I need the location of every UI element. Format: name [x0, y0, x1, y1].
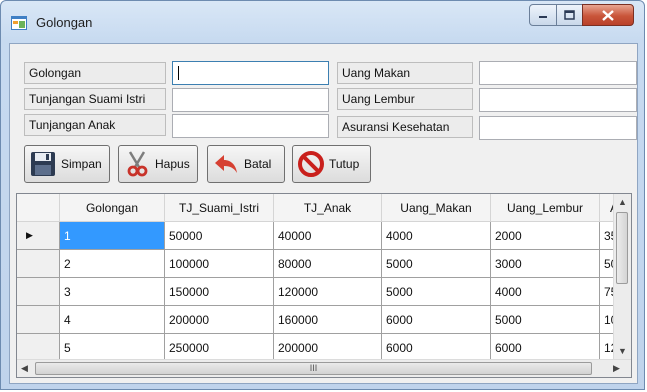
asuransi-kesehatan-input[interactable]: [479, 116, 637, 140]
grid-cell[interactable]: 4: [60, 306, 165, 334]
golongan-window: Golongan Golongan Tunjangan Suami Istri …: [0, 0, 645, 390]
row-indicator: ▶: [17, 222, 60, 250]
title-bar[interactable]: Golongan: [1, 1, 644, 43]
maximize-button[interactable]: [556, 4, 583, 26]
minimize-button[interactable]: [529, 4, 557, 26]
row-header[interactable]: [17, 278, 60, 306]
hapus-label: Hapus: [155, 157, 190, 171]
tutup-label: Tutup: [329, 157, 360, 171]
scissors-icon: [127, 151, 148, 177]
column-header-tj-suami-istri[interactable]: TJ_Suami_Istri: [165, 194, 274, 222]
grid-cell[interactable]: 3000: [491, 250, 600, 278]
vertical-scroll-thumb[interactable]: [616, 212, 628, 284]
table-row[interactable]: 5 250000 200000 6000 6000 125: [17, 334, 631, 362]
horizontal-scrollbar[interactable]: ◀ III ▶: [17, 359, 631, 377]
tunjangan-anak-input[interactable]: [172, 114, 329, 138]
grid-cell[interactable]: 100000: [165, 250, 274, 278]
scroll-right-arrow-icon[interactable]: ▶: [613, 363, 620, 374]
stop-sign-icon: [298, 151, 324, 177]
table-row[interactable]: 2 100000 80000 5000 3000 500: [17, 250, 631, 278]
floppy-disk-icon: [31, 152, 55, 176]
undo-arrow-icon: [215, 155, 237, 173]
grid-cell[interactable]: 80000: [274, 250, 382, 278]
grid-cell[interactable]: 6000: [382, 306, 491, 334]
scroll-up-arrow-icon[interactable]: ▲: [618, 197, 627, 207]
grid-cell[interactable]: 2000: [491, 222, 600, 250]
hapus-button[interactable]: Hapus: [118, 145, 198, 183]
text-caret: [178, 66, 179, 80]
scroll-down-arrow-icon[interactable]: ▼: [618, 346, 627, 356]
maximize-icon: [564, 10, 575, 20]
golongan-input[interactable]: [172, 61, 329, 85]
column-header-uang-lembur[interactable]: Uang_Lembur: [491, 194, 600, 222]
grid-cell[interactable]: 120000: [274, 278, 382, 306]
tunjangan-suami-istri-label: Tunjangan Suami Istri: [24, 88, 166, 110]
uang-makan-label: Uang Makan: [337, 62, 473, 84]
column-header-tj-anak[interactable]: TJ_Anak: [274, 194, 382, 222]
uang-lembur-input[interactable]: [479, 88, 637, 112]
table-row[interactable]: 3 150000 120000 5000 4000 750: [17, 278, 631, 306]
grid-cell[interactable]: 4000: [491, 278, 600, 306]
grid-cell[interactable]: 5000: [382, 250, 491, 278]
horizontal-scroll-thumb[interactable]: III: [35, 362, 592, 375]
simpan-label: Simpan: [61, 157, 102, 171]
table-row[interactable]: ▶ 1 50000 40000 4000 2000 350: [17, 222, 631, 250]
grid-cell[interactable]: 160000: [274, 306, 382, 334]
grid-cell[interactable]: 200000: [165, 306, 274, 334]
grid-header-row: Golongan TJ_Suami_Istri TJ_Anak Uang_Mak…: [17, 194, 631, 222]
batal-button[interactable]: Batal: [207, 145, 285, 183]
client-area: Golongan Tunjangan Suami Istri Tunjangan…: [9, 43, 638, 384]
grid-cell[interactable]: 150000: [165, 278, 274, 306]
tunjangan-anak-label: Tunjangan Anak: [24, 114, 166, 136]
uang-makan-input[interactable]: [479, 61, 637, 85]
close-icon: [602, 9, 614, 21]
batal-label: Batal: [244, 157, 272, 171]
table-row[interactable]: 4 200000 160000 6000 5000 100: [17, 306, 631, 334]
grid-cell[interactable]: 5000: [491, 306, 600, 334]
grid-cell[interactable]: 200000: [274, 334, 382, 362]
vertical-scrollbar[interactable]: ▲ ▼: [613, 194, 631, 361]
minimize-icon: [539, 16, 547, 18]
grid-cell[interactable]: 6000: [491, 334, 600, 362]
window-icon: [11, 16, 27, 30]
column-header-uang-makan[interactable]: Uang_Makan: [382, 194, 491, 222]
column-header-golongan[interactable]: Golongan: [60, 194, 165, 222]
row-header[interactable]: [17, 306, 60, 334]
golongan-grid[interactable]: Golongan TJ_Suami_Istri TJ_Anak Uang_Mak…: [16, 193, 632, 378]
scroll-left-arrow-icon[interactable]: ◀: [21, 363, 28, 374]
row-header[interactable]: [17, 334, 60, 362]
tunjangan-suami-istri-input[interactable]: [172, 88, 329, 112]
grid-cell[interactable]: 5000: [382, 278, 491, 306]
grid-cell[interactable]: 1: [60, 222, 165, 250]
grid-cell[interactable]: 50000: [165, 222, 274, 250]
grid-cell[interactable]: 2: [60, 250, 165, 278]
grid-cell[interactable]: 3: [60, 278, 165, 306]
grid-cell[interactable]: 5: [60, 334, 165, 362]
row-header-corner: [17, 194, 60, 222]
grid-cell[interactable]: 4000: [382, 222, 491, 250]
simpan-button[interactable]: Simpan: [24, 145, 110, 183]
asuransi-kesehatan-label: Asuransi Kesehatan: [337, 116, 473, 138]
tutup-button[interactable]: Tutup: [292, 145, 371, 183]
close-button[interactable]: [582, 4, 634, 26]
uang-lembur-label: Uang Lembur: [337, 88, 473, 110]
row-header[interactable]: [17, 250, 60, 278]
grid-cell[interactable]: 6000: [382, 334, 491, 362]
window-title: Golongan: [36, 15, 93, 30]
grid-cell[interactable]: 40000: [274, 222, 382, 250]
grid-cell[interactable]: 250000: [165, 334, 274, 362]
golongan-label: Golongan: [24, 62, 166, 84]
